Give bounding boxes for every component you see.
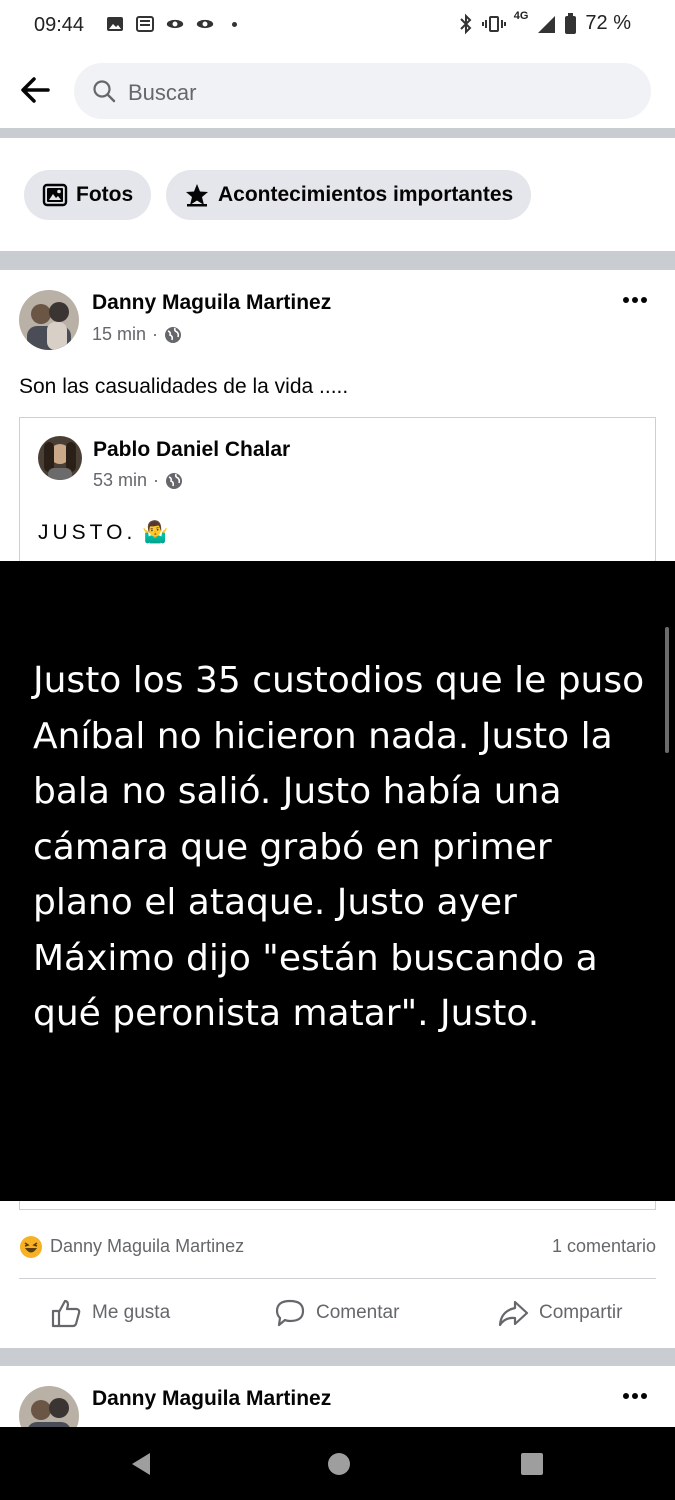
back-arrow-icon[interactable] <box>18 72 54 108</box>
status-right-icons: 4G 72 % <box>458 9 631 35</box>
image-notification-icon <box>107 17 123 31</box>
status-time: 09:44 <box>34 14 85 36</box>
comment-count[interactable]: 1 comentario <box>552 1236 656 1257</box>
globe-icon <box>165 326 182 343</box>
post-meta: 15 min · <box>92 324 182 345</box>
news-notification-icon <box>136 16 154 32</box>
vibrate-icon <box>481 15 506 32</box>
photos-chip[interactable]: Fotos <box>24 170 152 220</box>
post: Danny Maguila Martinez 15 min · Son las … <box>0 270 675 1348</box>
search-placeholder: Buscar <box>128 80 197 105</box>
notification-icons <box>106 16 237 32</box>
actions-divider <box>19 1278 656 1279</box>
haha-reaction-icon <box>20 1236 42 1258</box>
post-text: Son las casualidades de la vida ..... <box>19 375 349 398</box>
shared-author[interactable]: Pablo Daniel Chalar <box>93 438 290 462</box>
more-notifications-dot <box>232 21 237 27</box>
section-divider <box>0 1348 675 1366</box>
more-options-icon[interactable] <box>622 296 648 304</box>
system-nav-bar <box>0 1427 675 1500</box>
next-post: Danny Maguila Martinez <box>0 1366 675 1428</box>
section-divider <box>0 251 675 270</box>
image-quote-text: Justo los 35 custodios que le puso Aníba… <box>33 660 645 1034</box>
avatar[interactable] <box>19 290 79 350</box>
separator: · <box>153 470 160 490</box>
star-icon <box>186 184 208 207</box>
chip-label: Acontecimientos importantes <box>218 183 514 206</box>
comment-button[interactable]: Comentar <box>274 1296 399 1330</box>
like-icon <box>51 1299 81 1328</box>
avatar[interactable] <box>19 1386 79 1428</box>
separator: · <box>152 324 159 344</box>
search-header: Buscar <box>0 56 675 128</box>
like-button[interactable]: Me gusta <box>50 1296 170 1330</box>
search-icon <box>93 80 116 103</box>
section-divider <box>0 128 675 138</box>
signal-icon <box>538 15 556 33</box>
battery-percentage: 72 % <box>585 12 631 34</box>
bluetooth-icon <box>460 13 472 34</box>
post-author[interactable]: Danny Maguila Martinez <box>92 291 331 315</box>
post-image[interactable]: Justo los 35 custodios que le puso Aníba… <box>0 561 675 1201</box>
comment-label: Comentar <box>316 1302 400 1323</box>
eye-notification-icon <box>166 19 184 29</box>
shrug-emoji: 🤷‍♂️ <box>142 521 169 544</box>
post-time[interactable]: 15 min <box>92 324 146 345</box>
nav-recents-icon[interactable] <box>519 1451 545 1477</box>
globe-icon <box>166 472 183 489</box>
profile-chips: Fotos Acontecimientos importantes <box>0 138 675 251</box>
shared-text-label: JUSTO. <box>38 521 137 544</box>
shared-meta: 53 min · <box>93 470 183 491</box>
shared-time[interactable]: 53 min <box>93 470 147 491</box>
nav-back-icon[interactable] <box>128 1451 154 1477</box>
like-label: Me gusta <box>92 1302 171 1323</box>
post-author[interactable]: Danny Maguila Martinez <box>92 1387 331 1411</box>
battery-icon <box>565 12 577 34</box>
search-input[interactable]: Buscar <box>74 63 651 119</box>
life-events-chip[interactable]: Acontecimientos importantes <box>166 170 532 220</box>
reactions-bar[interactable]: Danny Maguila Martinez 1 comentario <box>19 1233 656 1259</box>
reaction-names[interactable]: Danny Maguila Martinez <box>50 1236 244 1257</box>
shared-text: JUSTO. 🤷‍♂️ <box>38 521 168 545</box>
status-bar: 09:44 4G 72 % <box>0 0 675 52</box>
network-type: 4G <box>513 9 529 22</box>
nav-home-icon[interactable] <box>326 1451 352 1477</box>
eye-notification-icon <box>196 19 214 29</box>
share-button[interactable]: Compartir <box>497 1296 622 1330</box>
more-options-icon[interactable] <box>622 1392 648 1400</box>
comment-icon <box>275 1299 305 1327</box>
chip-label: Fotos <box>76 183 134 206</box>
share-label: Compartir <box>539 1302 623 1323</box>
avatar[interactable] <box>38 436 82 480</box>
share-icon <box>498 1300 529 1327</box>
photos-icon <box>42 183 68 207</box>
scrollbar[interactable] <box>665 627 669 753</box>
